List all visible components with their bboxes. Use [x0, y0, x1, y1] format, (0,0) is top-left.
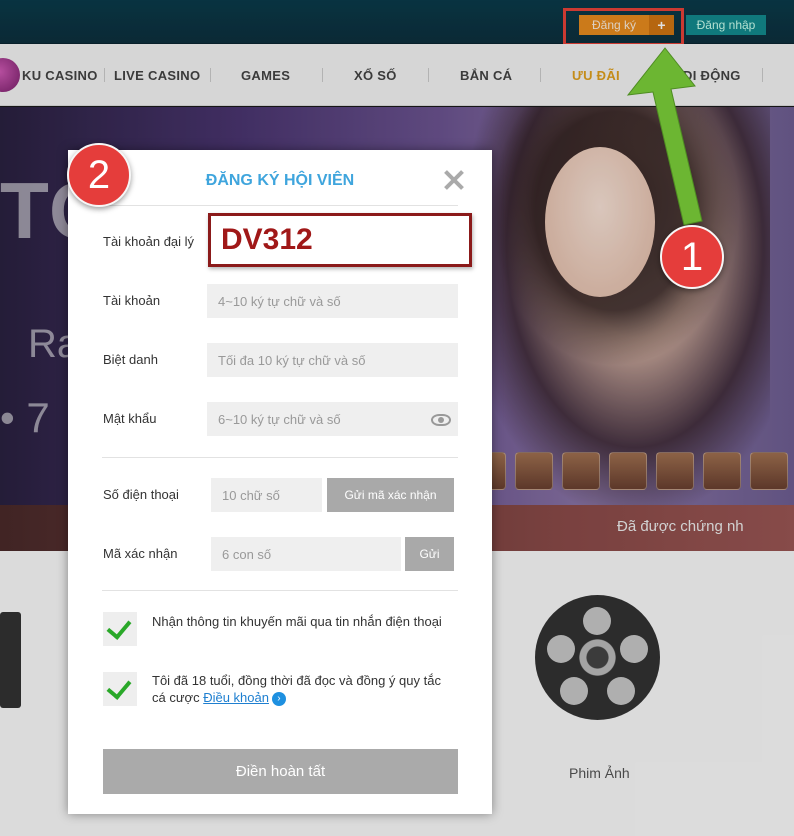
send-verification-button[interactable]: Gửi mã xác nhận	[327, 478, 454, 512]
nickname-label: Biệt danh	[103, 352, 158, 367]
terms-checkbox[interactable]	[103, 672, 137, 706]
chevron-right-icon[interactable]: ›	[271, 691, 286, 706]
agent-account-field[interactable]: DV312	[208, 213, 472, 267]
modal-title: ĐĂNG KÝ HỘI VIÊN	[205, 172, 355, 189]
terms-checkbox-label: Tôi đã 18 tuổi, đồng thời đã đọc và đồng…	[152, 672, 452, 706]
agent-account-label: Tài khoản đại lý	[103, 234, 195, 249]
nickname-input[interactable]: Tối đa 10 ký tự chữ và số	[207, 343, 458, 377]
promo-checkbox[interactable]	[103, 612, 137, 646]
divider	[102, 590, 458, 591]
promo-checkbox-label: Nhận thông tin khuyến mãi qua tin nhắn đ…	[152, 614, 442, 629]
registration-modal: ĐĂNG KÝ HỘI VIÊN Tài khoản đại lý DV312 …	[68, 150, 492, 814]
step-2-badge: 2	[67, 143, 131, 207]
verification-code-label: Mã xác nhận	[103, 546, 178, 561]
green-arrow-icon	[626, 47, 703, 226]
close-icon[interactable]	[442, 168, 466, 192]
terms-link[interactable]: Điều khoản	[203, 690, 269, 705]
phone-input[interactable]: 10 chữ số	[211, 478, 322, 512]
terms-text: Tôi đã 18 tuổi, đồng thời đã đọc và đồng…	[152, 673, 441, 705]
send-button[interactable]: Gửi	[405, 537, 454, 571]
account-input[interactable]: 4~10 ký tự chữ và số	[207, 284, 458, 318]
account-label: Tài khoản	[103, 293, 161, 308]
step-1-badge: 1	[660, 225, 724, 289]
divider	[102, 205, 458, 206]
password-input[interactable]: 6~10 ký tự chữ và số	[207, 402, 458, 436]
phone-label: Số điện thoại	[103, 487, 179, 502]
submit-button[interactable]: Điền hoàn tất	[103, 749, 458, 794]
divider	[102, 457, 458, 458]
password-label: Mật khẩu	[103, 411, 157, 426]
verification-code-input[interactable]: 6 con số	[211, 537, 401, 571]
eye-icon[interactable]	[431, 414, 451, 426]
